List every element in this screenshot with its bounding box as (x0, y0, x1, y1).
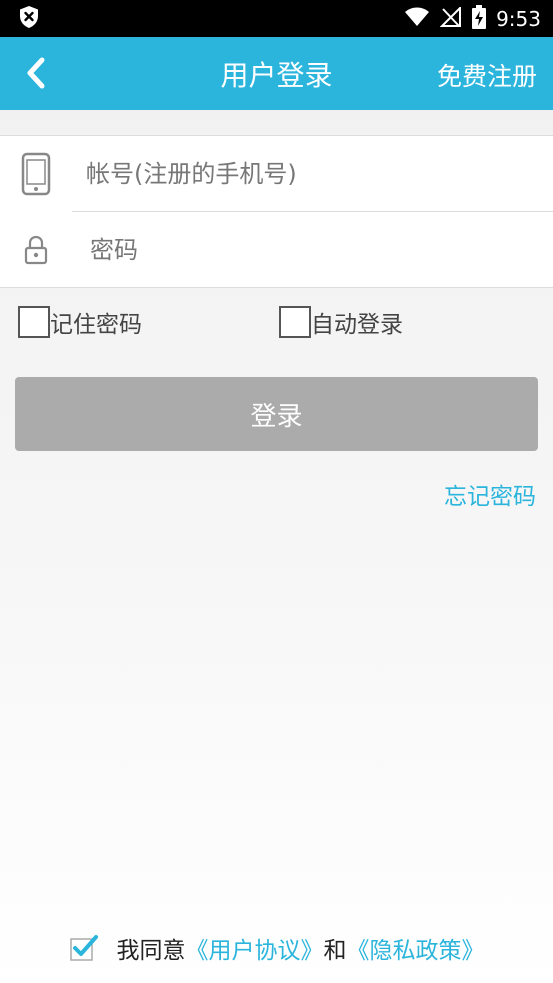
login-form (0, 135, 553, 288)
account-row (21, 136, 553, 212)
no-signal-icon (439, 5, 462, 31)
auto-login-label: 自动登录 (311, 312, 403, 338)
password-row (0, 212, 553, 288)
privacy-policy-link[interactable]: 《隐私政策》 (347, 931, 485, 965)
checkbox-box (18, 306, 50, 338)
clock: 9:53 (496, 6, 541, 31)
status-bar: 9:53 (0, 0, 553, 37)
battery-charging-icon (472, 4, 487, 33)
login-options: 记住密码 自动登录 (0, 300, 553, 342)
back-button[interactable] (18, 57, 54, 93)
title-bar: 用户登录 免费注册 (0, 37, 553, 110)
wifi-icon (404, 7, 430, 31)
agreement-checkbox[interactable] (69, 933, 99, 963)
agreement-row: 我同意 《用户协议》 和 《隐私政策》 (0, 928, 553, 968)
account-input[interactable] (86, 143, 526, 204)
chevron-left-icon (25, 57, 47, 93)
forgot-password-link[interactable]: 忘记密码 (444, 477, 536, 511)
auto-login-checkbox[interactable]: 自动登录 (279, 305, 403, 339)
phone-icon (0, 136, 72, 212)
login-button[interactable]: 登录 (15, 377, 538, 451)
remember-password-checkbox[interactable]: 记住密码 (18, 305, 142, 339)
password-input[interactable] (90, 220, 530, 280)
agreement-and: 和 (323, 938, 347, 964)
page-title: 用户登录 (220, 58, 333, 92)
register-link[interactable]: 免费注册 (437, 57, 537, 93)
remember-password-label: 记住密码 (50, 312, 142, 338)
user-agreement-link[interactable]: 《用户协议》 (186, 931, 324, 965)
lock-icon (0, 212, 72, 288)
checkbox-box (279, 306, 311, 338)
agreement-prefix: 我同意 (116, 938, 186, 964)
shield-icon (18, 5, 40, 33)
